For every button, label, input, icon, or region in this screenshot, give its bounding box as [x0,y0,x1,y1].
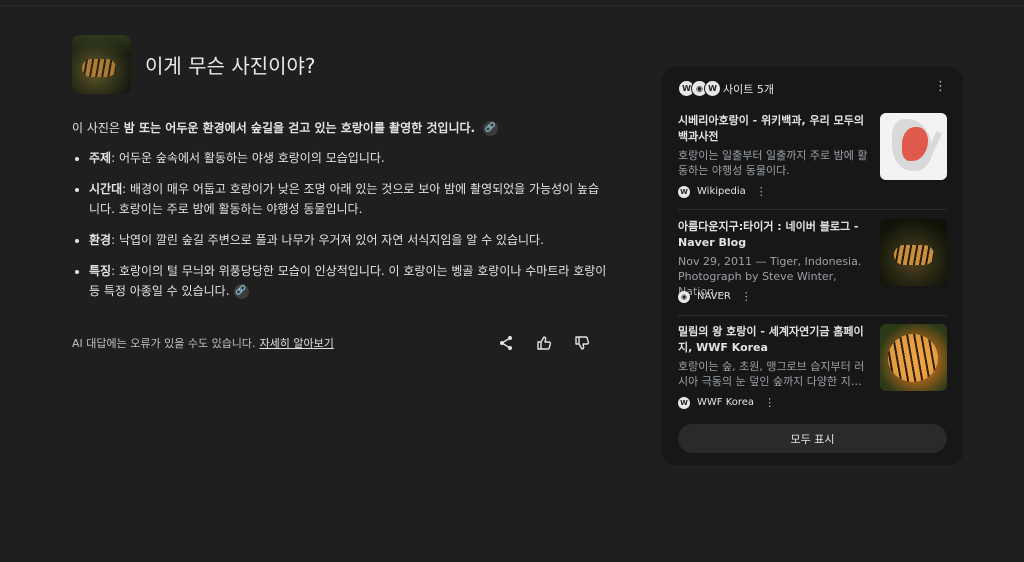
answer-intro: 이 사진은 밤 또는 어두운 환경에서 숲길을 걷고 있는 호랑이를 촬영한 것… [72,121,498,136]
source-menu-icon[interactable]: ⋮ [756,185,767,198]
wikipedia-favicon-icon: W [678,185,690,198]
source-site-name: Wikipedia [697,186,746,197]
source-menu-icon[interactable]: ⋮ [764,396,775,409]
divider [678,209,947,210]
source-site[interactable]: W WWF Korea ⋮ [678,396,775,409]
source-site-name: NAVER [697,291,731,302]
thumbs-down-icon[interactable] [573,334,591,352]
source-site[interactable]: W Wikipedia ⋮ [678,185,767,198]
sources-header[interactable]: W ◉ W 사이트 5개 [678,80,774,97]
source-favicons: W ◉ W [678,80,721,97]
show-all-button[interactable]: 모두 표시 [678,424,947,453]
source-site-name: WWF Korea [697,397,755,408]
source-title[interactable]: 밀림의 왕 호랑이 - 세계자연기금 홈페이지, WWF Korea [678,324,868,356]
source-site[interactable]: ◉ NAVER ⋮ [678,290,752,303]
feedback-actions [497,334,607,352]
list-item: 특징: 호랑이의 털 무늬와 위풍당당한 모습이 인상적입니다. 이 호랑이는 … [89,261,607,301]
citation-link-icon[interactable]: 🔗 [233,284,249,299]
source-snippet: 호랑이는 숲, 초원, 맹그로브 습지부터 러시아 극동의 눈 덮인 숲까지 다… [678,360,865,388]
list-item: 주제: 어두운 숲속에서 활동하는 야생 호랑이의 모습입니다. [89,148,607,168]
wwf-favicon-icon: W [704,80,721,97]
query-image-thumbnail[interactable] [72,35,131,94]
thumbs-up-icon[interactable] [535,334,553,352]
list-item: 환경: 낙엽이 깔린 숲길 주변으로 풀과 나무가 우거져 있어 자연 서식지임… [89,230,607,250]
disclaimer-text: AI 대답에는 오류가 있을 수도 있습니다. [72,337,256,350]
divider [678,315,947,316]
sources-count: 사이트 5개 [723,82,774,96]
ai-answer: 이 사진은 밤 또는 어두운 환경에서 숲길을 걷고 있는 호랑이를 촬영한 것… [72,118,607,312]
naver-favicon-icon: ◉ [678,290,690,303]
source-menu-icon[interactable]: ⋮ [741,290,752,303]
learn-more-link[interactable]: 자세히 알아보기 [260,335,334,351]
wwf-favicon-icon: W [678,396,690,409]
source-thumbnail[interactable] [880,324,947,391]
query-text: 이게 무슨 사진이야? [145,54,316,78]
source-card-wwf[interactable]: 밀림의 왕 호랑이 - 세계자연기금 홈페이지, WWF Korea 호랑이는 … [678,324,947,414]
source-card-wikipedia[interactable]: 시베리아호랑이 - 위키백과, 우리 모두의 백과사전 호랑이는 일출부터 일출… [678,113,947,203]
source-snippet: 호랑이는 일출부터 일출까지 주로 밤에 활동하는 야행성 동물이다. [678,149,868,177]
sources-panel: W ◉ W 사이트 5개 ⋮ 시베리아호랑이 - 위키백과, 우리 모두의 백과… [662,67,963,465]
citation-link-icon[interactable]: 🔗 [482,121,498,136]
top-divider [0,5,1024,6]
answer-footer: AI 대답에는 오류가 있을 수도 있습니다. 자세히 알아보기 [72,333,607,353]
more-options-icon[interactable]: ⋮ [934,80,947,93]
source-title[interactable]: 시베리아호랑이 - 위키백과, 우리 모두의 백과사전 [678,113,868,145]
source-thumbnail[interactable] [880,113,947,180]
list-item: 시간대: 배경이 매우 어둡고 호랑이가 낮은 조명 아래 있는 것으로 보아 … [89,179,607,219]
source-card-naver[interactable]: 아름다운지구:타이거 : 네이버 블로그 - Naver Blog Nov 29… [678,219,947,309]
source-title[interactable]: 아름다운지구:타이거 : 네이버 블로그 - Naver Blog [678,219,868,251]
user-query: 이게 무슨 사진이야? [72,35,316,94]
source-thumbnail[interactable] [880,219,947,286]
share-icon[interactable] [497,334,515,352]
answer-bullets: 주제: 어두운 숲속에서 활동하는 야생 호랑이의 모습입니다. 시간대: 배경… [72,148,607,301]
